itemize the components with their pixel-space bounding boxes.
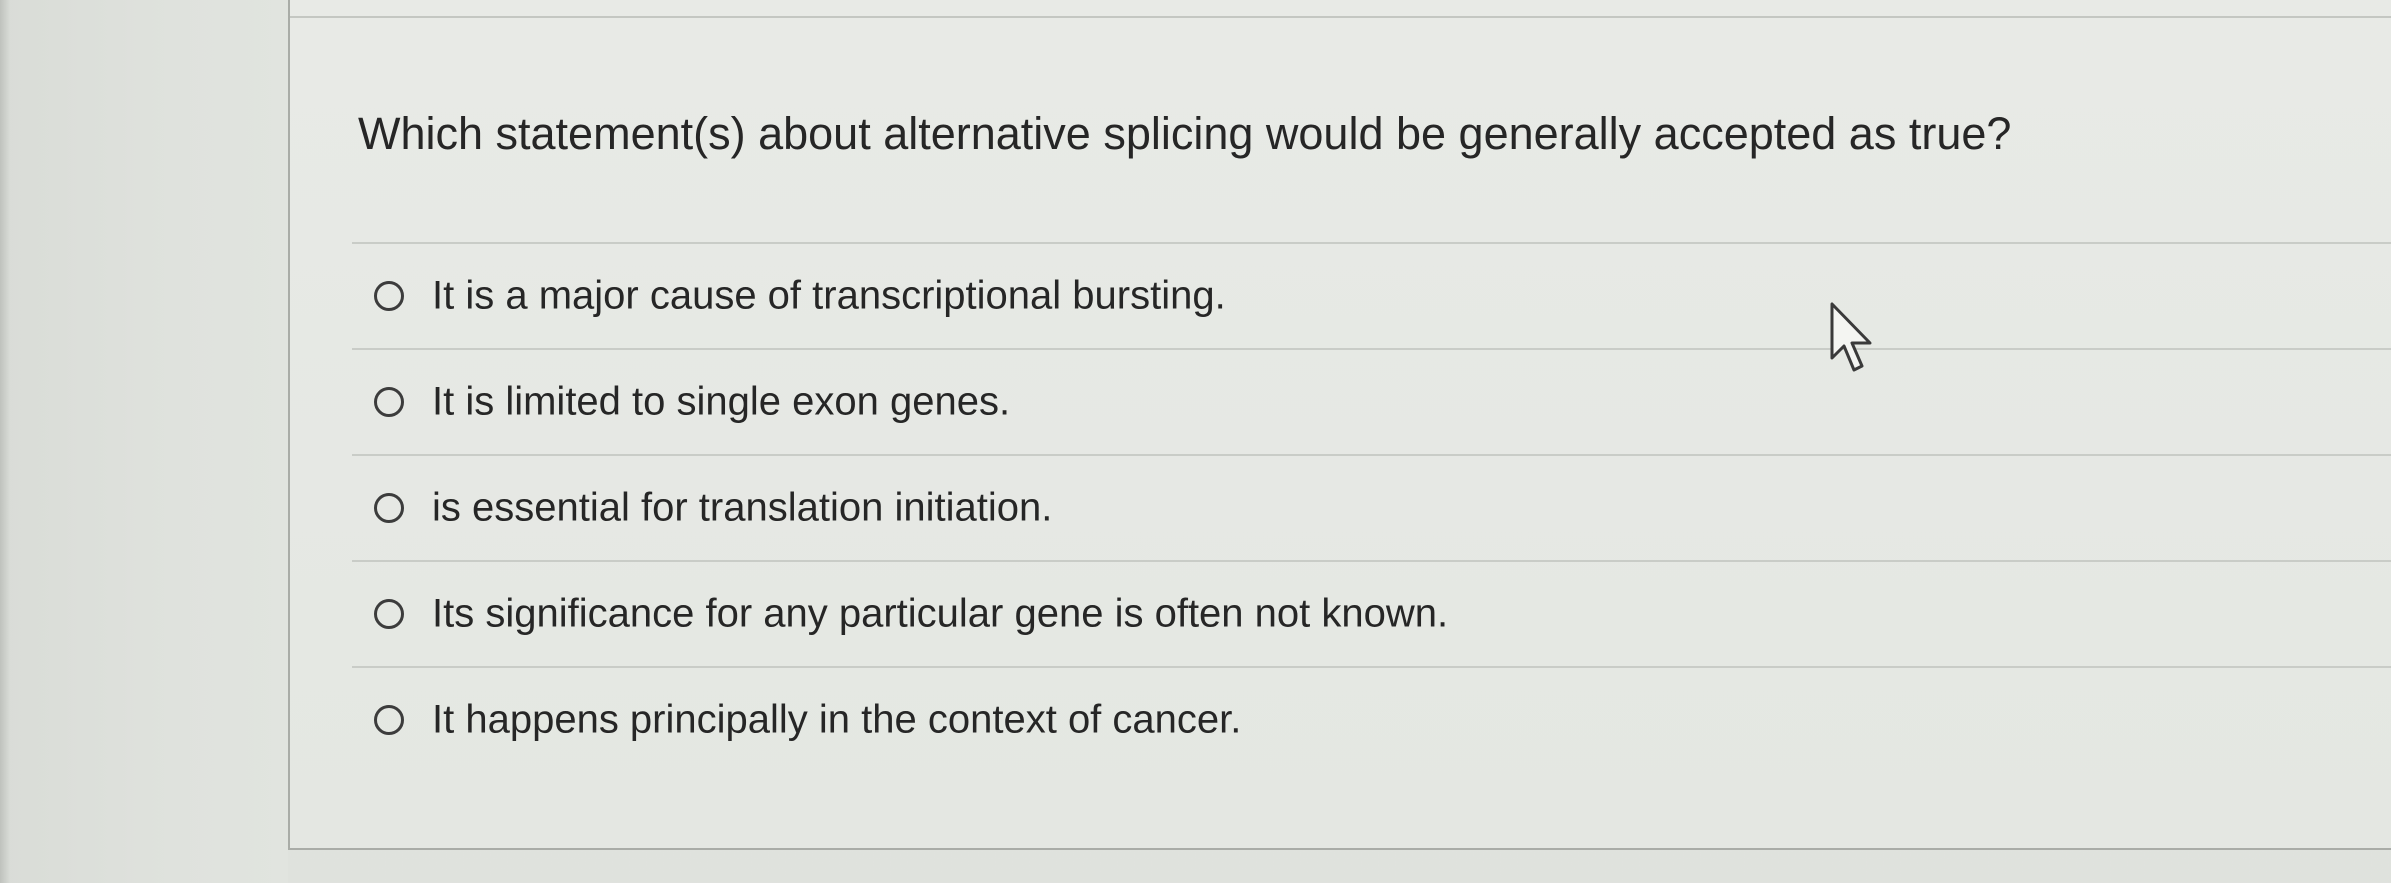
answer-option[interactable]: It is a major cause of transcriptional b… — [352, 244, 2391, 350]
top-divider — [290, 16, 2391, 18]
answer-option-label[interactable]: It happens principally in the context of… — [432, 698, 1241, 743]
arrow-cursor-icon — [1830, 302, 1872, 372]
answer-options: It is a major cause of transcriptional b… — [352, 244, 2391, 774]
answer-option-label[interactable]: It is limited to single exon genes. — [432, 380, 1010, 425]
answer-option-label[interactable]: It is a major cause of transcriptional b… — [432, 274, 1226, 319]
answer-option-label[interactable]: is essential for translation initiation. — [432, 486, 1052, 531]
question-text: Which statement(s) about alternative spl… — [358, 108, 2012, 159]
answer-option[interactable]: is essential for translation initiation. — [352, 456, 2391, 562]
radio-button-icon[interactable] — [374, 705, 404, 735]
answer-option-label[interactable]: Its significance for any particular gene… — [432, 592, 1448, 637]
answer-option[interactable]: Its significance for any particular gene… — [352, 562, 2391, 668]
page-margin — [0, 0, 288, 883]
radio-button-icon[interactable] — [374, 387, 404, 417]
answer-option[interactable]: It is limited to single exon genes. — [352, 350, 2391, 456]
question-card: Which statement(s) about alternative spl… — [288, 0, 2391, 850]
radio-button-icon[interactable] — [374, 599, 404, 629]
answer-option[interactable]: It happens principally in the context of… — [352, 668, 2391, 774]
radio-button-icon[interactable] — [374, 281, 404, 311]
radio-button-icon[interactable] — [374, 493, 404, 523]
screen-edge — [0, 0, 10, 883]
